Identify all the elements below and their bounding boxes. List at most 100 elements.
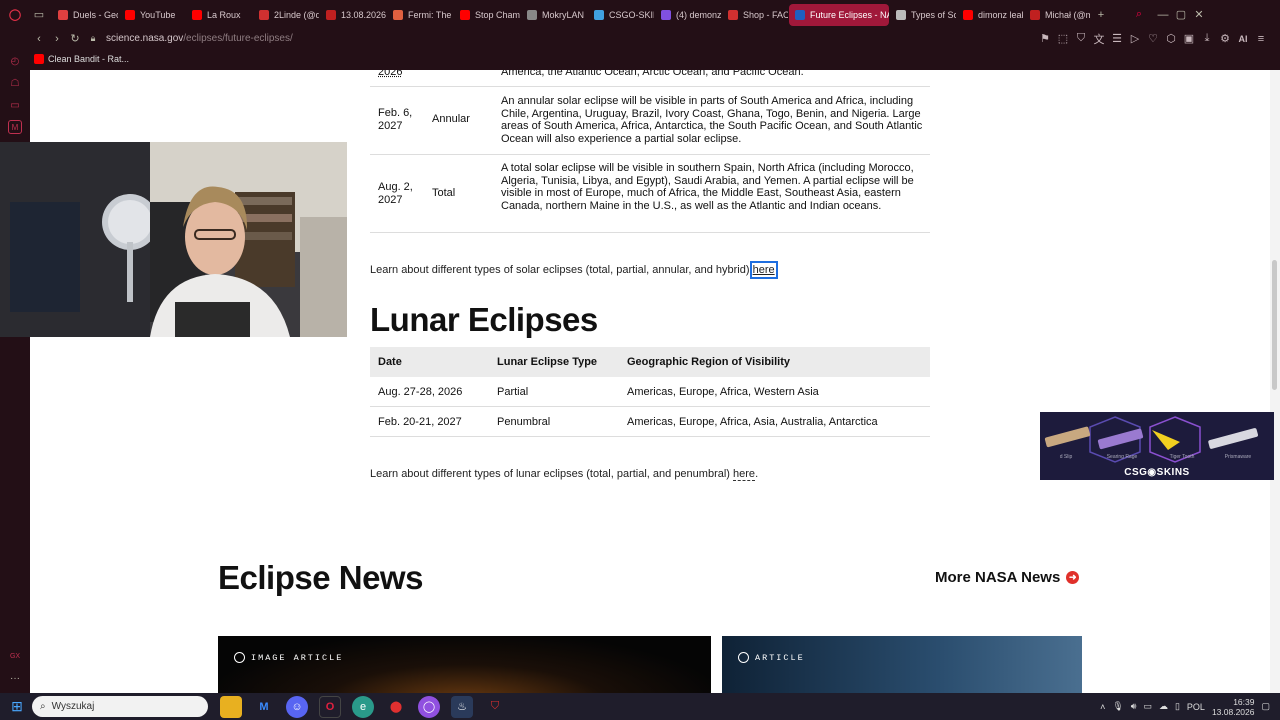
tab-favicon-icon <box>795 9 805 20</box>
more-news-label: More NASA News <box>935 569 1061 586</box>
tab-favicon-icon <box>728 9 738 20</box>
download-icon[interactable]: ⤓ <box>1198 30 1216 48</box>
back-icon[interactable]: ‹ <box>30 30 48 48</box>
browser-tab[interactable]: Types of So <box>890 4 956 26</box>
tab-favicon-icon <box>393 9 403 20</box>
scrollbar-thumb[interactable] <box>1272 260 1277 390</box>
taskbar-search[interactable]: ⌕ Wyszukaj <box>32 696 208 717</box>
taskbar: ⊞ ⌕ Wyszukaj M ☺ O e ⬤ ◯ ♨ ⛉ ˄ 🎙︎ 🔊︎ ▭ ☁… <box>0 693 1280 720</box>
browser-tab[interactable]: La Roux <box>186 4 252 26</box>
sidebar-gx-icon[interactable]: GX <box>8 649 22 663</box>
bookmark-icon[interactable]: ⚑ <box>1036 30 1054 48</box>
reload-icon[interactable]: ↻ <box>66 30 84 48</box>
url-path: /eclipses/future-eclipses/ <box>183 33 293 44</box>
news-card[interactable]: ARTICLE <box>722 636 1082 693</box>
browser-tab[interactable]: 2Linde (@d <box>253 4 319 26</box>
vpn-shield-icon[interactable]: ⛉ <box>1072 30 1090 48</box>
bookmark-item[interactable]: Clean Bandit - Rat... <box>48 54 129 64</box>
browser-tab[interactable]: (4) demonz <box>655 4 721 26</box>
card-tag: ARTICLE <box>738 652 805 663</box>
network-icon[interactable]: ☁ <box>1159 701 1168 712</box>
opera-menu-icon[interactable]: ◯ <box>6 6 24 24</box>
tab-label: 13.08.2026 <box>341 9 386 20</box>
malwarebytes-icon[interactable]: M <box>253 696 275 718</box>
menu-icon[interactable]: ≡ <box>1252 30 1270 48</box>
browser-tab[interactable]: dimonz leak <box>957 4 1023 26</box>
solar-type: Annular <box>432 113 470 125</box>
clock[interactable]: 16:39 13.08.2026 <box>1212 697 1255 717</box>
easy-setup-icon[interactable]: ⚙ <box>1216 30 1234 48</box>
sidebar-more-icon[interactable]: ··· <box>8 671 22 685</box>
search-placeholder: Wyszukaj <box>51 701 95 712</box>
browser-tab[interactable]: Future Eclipses - NAS <box>789 3 889 26</box>
heart-icon[interactable]: ♡ <box>1144 30 1162 48</box>
minimize-icon[interactable]: — <box>1154 6 1172 24</box>
tab-favicon-icon <box>661 9 671 20</box>
battery-icon[interactable]: ▯ <box>1175 701 1180 712</box>
browser-tab[interactable]: YouTube <box>119 4 185 26</box>
wallet-icon[interactable]: ▣ <box>1180 30 1198 48</box>
sidebar-feed-icon[interactable]: ☖ <box>8 76 22 90</box>
close-window-icon[interactable]: ✕ <box>1190 6 1208 24</box>
browser-tab[interactable]: CSGO-SKIN <box>588 4 654 26</box>
browser-tab[interactable]: Stop Cham <box>454 4 520 26</box>
url-field[interactable]: science.nasa.gov/eclipses/future-eclipse… <box>106 33 293 44</box>
card-tag: IMAGE ARTICLE <box>234 652 343 663</box>
bookmarks-bar: Clean Bandit - Rat... <box>0 48 1280 70</box>
display-icon[interactable]: ▭ <box>1143 701 1152 712</box>
extensions-icon[interactable]: ⬡ <box>1162 30 1180 48</box>
reader-icon[interactable]: ☰ <box>1108 30 1126 48</box>
windows-start-icon[interactable]: ⊞ <box>6 696 28 718</box>
browser-tab[interactable]: Michał (@m <box>1024 4 1090 26</box>
browser-tab[interactable]: Duels - Geo <box>52 4 118 26</box>
lock-icon: 🔒︎ <box>90 33 96 43</box>
browser-tab[interactable]: Shop - FAC <box>722 4 788 26</box>
lunar-date: Feb. 20-21, 2027 <box>378 416 462 428</box>
sidebar-messenger-icon[interactable]: ▭ <box>8 98 22 112</box>
sidebar-m-icon[interactable]: M <box>8 120 22 134</box>
address-bar: ‹ › ↻ 🔒︎ science.nasa.gov/eclipses/futur… <box>0 29 1280 48</box>
discord-icon[interactable]: ☺ <box>286 695 308 718</box>
steam-icon[interactable]: ♨ <box>451 695 473 718</box>
tab-label: 2Linde (@d <box>274 9 319 20</box>
mic-icon[interactable]: 🎙︎ <box>1112 701 1123 712</box>
tab-overview-icon[interactable]: ▭ <box>30 6 48 24</box>
opera-taskbar-icon[interactable]: O <box>319 695 341 718</box>
translate-icon[interactable]: 文 <box>1090 30 1108 48</box>
volume-icon[interactable]: 🔊︎ <box>1131 701 1137 712</box>
new-tab-icon[interactable]: + <box>1092 6 1110 24</box>
maximize-icon[interactable]: ▢ <box>1172 6 1190 24</box>
tab-label: YouTube <box>140 9 176 20</box>
riot-icon[interactable]: ⬤ <box>385 696 407 718</box>
solar-region: America, the Atlantic Ocean, Arctic Ocea… <box>501 70 804 78</box>
language-indicator[interactable]: POL <box>1187 702 1205 712</box>
ai-icon[interactable]: AI <box>1234 30 1252 48</box>
lunar-here-link[interactable]: here <box>733 468 756 481</box>
forward-icon[interactable]: › <box>48 30 66 48</box>
solar-date: Aug. 2, 2027 <box>378 181 413 206</box>
snapshot-icon[interactable]: ⬚ <box>1054 30 1072 48</box>
edge-icon[interactable]: e <box>352 695 374 718</box>
shield-app-icon[interactable]: ⛉ <box>484 696 506 718</box>
browser-tab[interactable]: 13.08.2026 <box>320 4 386 26</box>
play-icon[interactable]: ▷ <box>1126 30 1144 48</box>
news-card[interactable]: IMAGE ARTICLE <box>218 636 711 693</box>
solar-date: Feb. 6, 2027 <box>378 107 413 132</box>
sidebar-history-icon[interactable]: ◴ <box>8 54 22 68</box>
purple-app-icon[interactable]: ◯ <box>418 695 440 718</box>
file-explorer-icon[interactable] <box>220 695 242 718</box>
tab-favicon-icon <box>460 9 470 20</box>
browser-tab[interactable]: Fermi: The <box>387 4 453 26</box>
tab-favicon-icon <box>594 9 604 20</box>
browser-tab[interactable]: MokryLAN <box>521 4 587 26</box>
more-news-link[interactable]: More NASA News ➜ <box>935 569 1080 586</box>
solar-here-link[interactable]: here <box>749 261 778 279</box>
notifications-icon[interactable]: ▢ <box>1261 701 1270 712</box>
tab-favicon-icon <box>1030 9 1040 20</box>
tab-label: dimonz leak <box>978 9 1023 20</box>
tab-label: La Roux <box>207 9 241 20</box>
csgoskins-ad[interactable]: d Slip Searing Rage Tiger Tooth Prismawa… <box>1040 412 1274 480</box>
search-tabs-icon[interactable]: ⌕ <box>1130 6 1148 24</box>
page-scrollbar[interactable] <box>1270 70 1280 693</box>
tray-chevron-icon[interactable]: ˄ <box>1100 702 1105 712</box>
